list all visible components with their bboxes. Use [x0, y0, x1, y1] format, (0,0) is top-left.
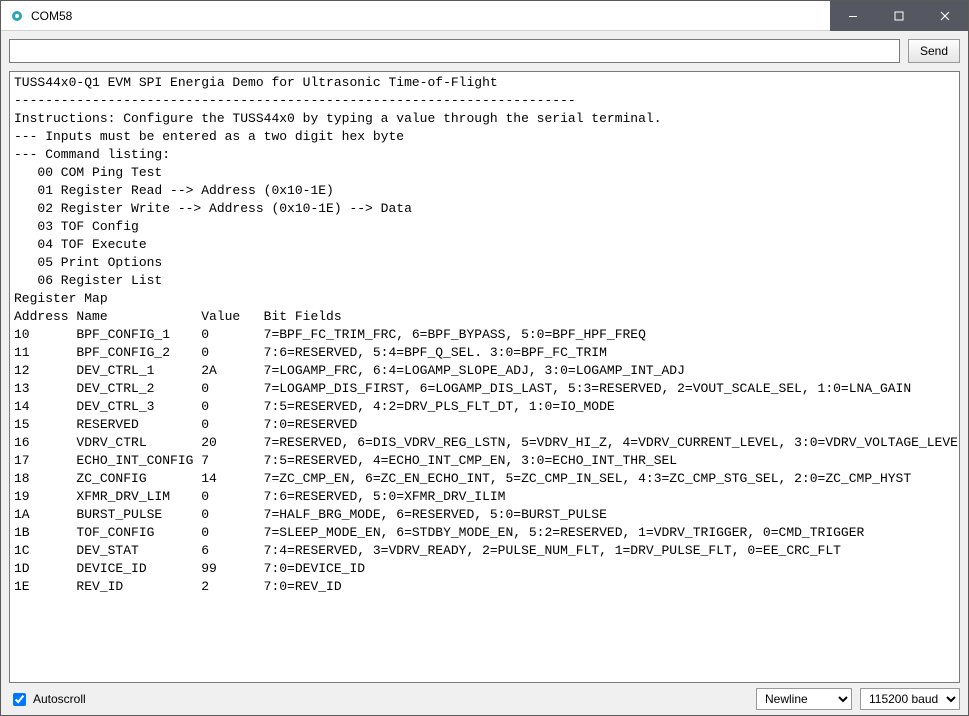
baud-rate-select[interactable]: 115200 baud	[860, 688, 960, 710]
input-bar: Send	[1, 31, 968, 71]
command-input[interactable]	[9, 39, 900, 63]
close-button[interactable]	[922, 1, 968, 31]
bottom-bar: Autoscroll Newline 115200 baud	[1, 683, 968, 715]
autoscroll-label: Autoscroll	[33, 692, 86, 706]
autoscroll-toggle[interactable]: Autoscroll	[9, 690, 86, 709]
send-button[interactable]: Send	[908, 39, 960, 63]
titlebar: COM58	[1, 1, 968, 31]
app-icon	[9, 8, 25, 24]
serial-monitor-window: COM58 Send TUSS44x0-Q1 EVM SPI Energia D…	[0, 0, 969, 716]
serial-output[interactable]: TUSS44x0-Q1 EVM SPI Energia Demo for Ult…	[9, 71, 960, 683]
autoscroll-checkbox[interactable]	[13, 693, 26, 706]
window-title: COM58	[31, 9, 72, 23]
line-ending-select[interactable]: Newline	[756, 688, 852, 710]
maximize-button[interactable]	[876, 1, 922, 31]
minimize-button[interactable]	[830, 1, 876, 31]
